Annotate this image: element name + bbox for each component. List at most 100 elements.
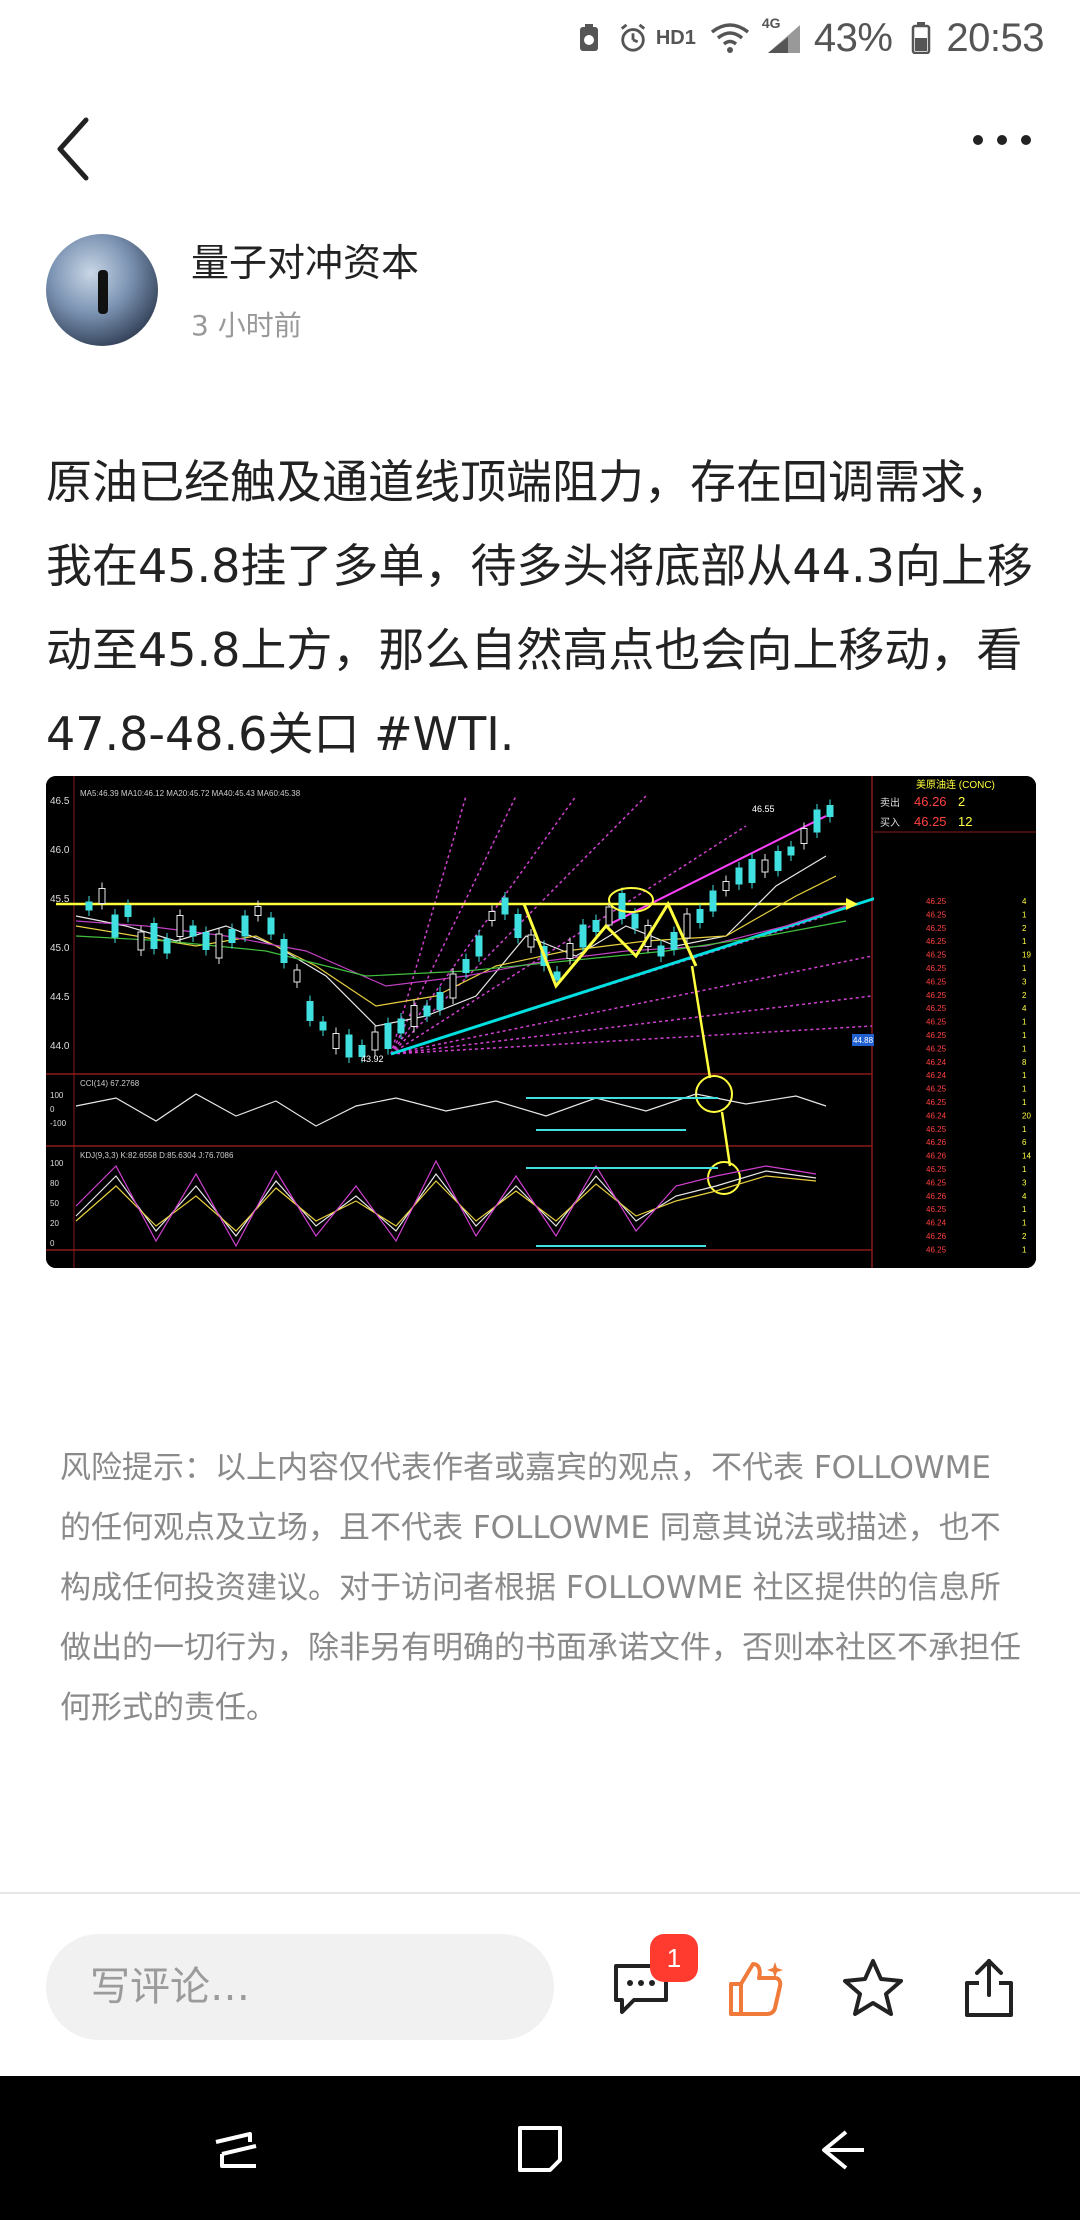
tick-qty: 2 [1022,991,1027,1000]
tick-price: 46.25 [926,910,947,919]
candle-body [332,1033,340,1049]
tick-qty: 3 [1022,977,1027,986]
tick-price: 46.24 [926,1058,947,1067]
candle-body [501,897,509,915]
candle-body [267,917,275,935]
author-header: 量子对冲资本 3 小时前 [46,232,1036,352]
candle-body [98,888,106,904]
candle-body [735,867,743,885]
sell-qty: 2 [958,794,965,809]
candle-body [709,890,717,912]
price-tick-label: 45.0 [50,943,70,954]
candle-body [124,905,132,917]
candle-body [566,943,574,959]
kdj-tick-label: 20 [50,1219,59,1228]
recent-apps-button[interactable] [206,2120,266,2180]
candle-body [787,846,795,856]
tick-price: 46.25 [926,1245,947,1254]
home-button[interactable] [510,2120,570,2180]
comment-input[interactable] [46,1934,554,2040]
star-icon [843,1959,903,2016]
tick-price: 46.25 [926,964,947,973]
tick-price: 46.26 [926,1152,947,1161]
tick-price: 46.25 [926,897,947,906]
candle-body [254,906,262,916]
tick-qty: 1 [1022,1245,1027,1254]
cci-legend: CCI(14) 67.2768 [80,1079,140,1088]
tick-price: 46.25 [926,924,947,933]
cellular-signal-icon: 4G [762,15,804,53]
author-name[interactable]: 量子对冲资本 [191,232,419,287]
wifi-icon [710,23,750,53]
tick-price: 46.24 [926,1111,947,1120]
tick-price: 46.26 [926,1138,947,1147]
candle-body [384,1023,392,1049]
tick-qty: 3 [1022,1178,1027,1187]
clock: 20:53 [946,15,1044,60]
tick-price: 46.25 [926,1004,947,1013]
candle-body [605,906,613,926]
candle-body [774,851,782,871]
system-back-button[interactable] [812,2120,872,2180]
risk-disclaimer: 风险提示：以上内容仅代表作者或嘉宾的观点，不代表 FOLLOWME 的任何观点及… [60,1450,1021,1726]
tick-price: 46.25 [926,951,947,960]
chevron-left-icon [57,117,89,181]
price-tick-label: 44.5 [50,992,70,1003]
candle-body [137,931,145,951]
share-button[interactable] [954,1948,1024,2028]
like-button[interactable] [722,1948,792,2028]
tick-price: 46.25 [926,1031,947,1040]
price-tick-label: 44.0 [50,1041,70,1052]
candle-body [449,973,457,999]
sell-price: 46.26 [914,794,947,809]
candle-body [397,1018,405,1034]
tick-price: 46.26 [926,1232,947,1241]
tick-qty: 4 [1022,897,1027,906]
tick-qty: 1 [1022,964,1027,973]
back-button[interactable] [50,114,100,184]
tick-qty: 1 [1022,1165,1027,1174]
candle-body [800,828,808,844]
tick-price: 46.24 [926,1071,947,1080]
buy-label: 买入 [880,817,900,829]
candle-body [319,1021,327,1031]
candle-body [176,915,184,937]
avatar[interactable] [46,234,158,346]
low-price-label: 43.92 [361,1054,384,1064]
candle-body [345,1034,353,1058]
candle-body [150,923,158,949]
tick-qty: 4 [1022,1004,1027,1013]
tick-qty: 6 [1022,1138,1027,1147]
candle-body [85,901,93,911]
candle-body [306,1001,314,1021]
tick-qty: 1 [1022,1219,1027,1228]
thumbs-up-icon [729,1962,783,2016]
buy-price: 46.25 [914,814,947,829]
tick-qty: 20 [1022,1111,1031,1120]
chart-image[interactable]: 46.5 46.0 45.5 45.0 44.5 44.0 43.92 46.5… [46,776,1036,1268]
tick-price: 46.25 [926,991,947,1000]
candle-body [631,913,639,929]
tick-price: 46.25 [926,1178,947,1187]
more-options-button[interactable] [972,130,1032,160]
candle-body [436,992,444,1010]
candle-body [618,893,626,919]
tick-price: 46.25 [926,977,947,986]
ma-legend: MA5:46.39 MA10:46.12 MA20:45.72 MA40:45.… [80,789,301,798]
tick-qty: 1 [1022,1085,1027,1094]
candle-body [163,938,171,954]
cci-tick-label: 100 [50,1091,64,1100]
favorite-button[interactable] [838,1948,908,2028]
candle-body [423,1005,431,1017]
candle-body [722,881,730,891]
candle-body [280,939,288,963]
tick-qty: 8 [1022,1058,1027,1067]
tick-price: 46.25 [926,1044,947,1053]
tick-qty: 1 [1022,1125,1027,1134]
candle-body [553,971,561,981]
battery-saver-icon [574,23,604,53]
candle-body [462,959,470,973]
tick-price: 46.24 [926,1219,947,1228]
tick-qty: 1 [1022,937,1027,946]
tick-qty: 14 [1022,1152,1031,1161]
